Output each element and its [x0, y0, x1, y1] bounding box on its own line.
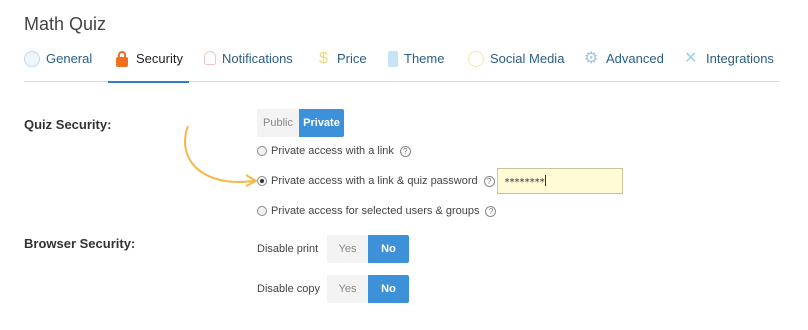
password-value: ******** — [504, 177, 545, 188]
help-icon[interactable]: ? — [399, 145, 411, 157]
radio-button[interactable] — [257, 206, 267, 216]
text-cursor — [545, 175, 547, 186]
tab-price[interactable]: $ Price — [319, 48, 367, 82]
tab-notifications[interactable]: Notifications — [202, 48, 293, 82]
help-icon[interactable]: ? — [483, 175, 495, 187]
access-option-label: Private access with a link — [271, 145, 394, 157]
tab-label: Security — [136, 51, 183, 66]
tab-label: Theme — [404, 51, 445, 66]
lock-icon — [114, 51, 130, 67]
tab-label: Social Media — [490, 51, 565, 66]
social-icon — [468, 51, 484, 67]
private-option[interactable]: Private — [299, 109, 344, 137]
tab-advanced[interactable]: ⚙ Advanced — [584, 48, 664, 82]
theme-icon — [388, 51, 398, 67]
disable-print-yes[interactable]: Yes — [327, 235, 368, 263]
tab-label: Notifications — [222, 51, 293, 66]
quiz-password-input[interactable]: ******** — [497, 168, 623, 194]
disable-print-no[interactable]: No — [368, 235, 409, 263]
tab-label: Integrations — [706, 51, 774, 66]
annotation-arrow-icon — [184, 125, 259, 187]
tab-integrations[interactable]: ✕ Integrations — [684, 48, 774, 82]
tab-label: Advanced — [606, 51, 664, 66]
bell-icon — [204, 51, 216, 65]
access-option-label: Private access with a link & quiz passwo… — [271, 175, 478, 187]
tab-security[interactable]: Security — [108, 48, 189, 83]
disable-copy-no[interactable]: No — [368, 275, 409, 303]
disable-copy-toggle: Yes No — [327, 275, 409, 303]
quiz-security-label: Quiz Security: — [24, 117, 112, 132]
access-option-link-password[interactable]: Private access with a link & quiz passwo… — [257, 175, 495, 187]
dollar-icon: $ — [319, 50, 328, 67]
tab-theme[interactable]: Theme — [385, 48, 444, 82]
circle-icon — [24, 51, 40, 67]
access-option-link[interactable]: Private access with a link ? — [257, 145, 411, 157]
tab-general[interactable]: General — [24, 48, 92, 82]
disable-copy-label: Disable copy — [257, 283, 320, 295]
visibility-toggle: Public Private — [257, 109, 344, 137]
access-option-users-groups[interactable]: Private access for selected users & grou… — [257, 205, 497, 217]
page-title: Math Quiz — [24, 14, 107, 34]
wrench-icon: ✕ — [684, 50, 698, 67]
gear-icon: ⚙ — [584, 50, 599, 67]
tab-label: Price — [337, 51, 367, 66]
disable-copy-yes[interactable]: Yes — [327, 275, 368, 303]
disable-print-label: Disable print — [257, 243, 319, 255]
disable-print-toggle: Yes No — [327, 235, 409, 263]
browser-security-label: Browser Security: — [24, 236, 136, 251]
tab-label: General — [46, 51, 93, 66]
access-option-label: Private access for selected users & grou… — [271, 205, 480, 217]
tab-social-media[interactable]: Social Media — [468, 48, 564, 82]
help-icon[interactable]: ? — [485, 205, 497, 217]
settings-tabs: General Security Notifications $ Price T… — [24, 48, 780, 83]
public-option[interactable]: Public — [257, 109, 299, 137]
